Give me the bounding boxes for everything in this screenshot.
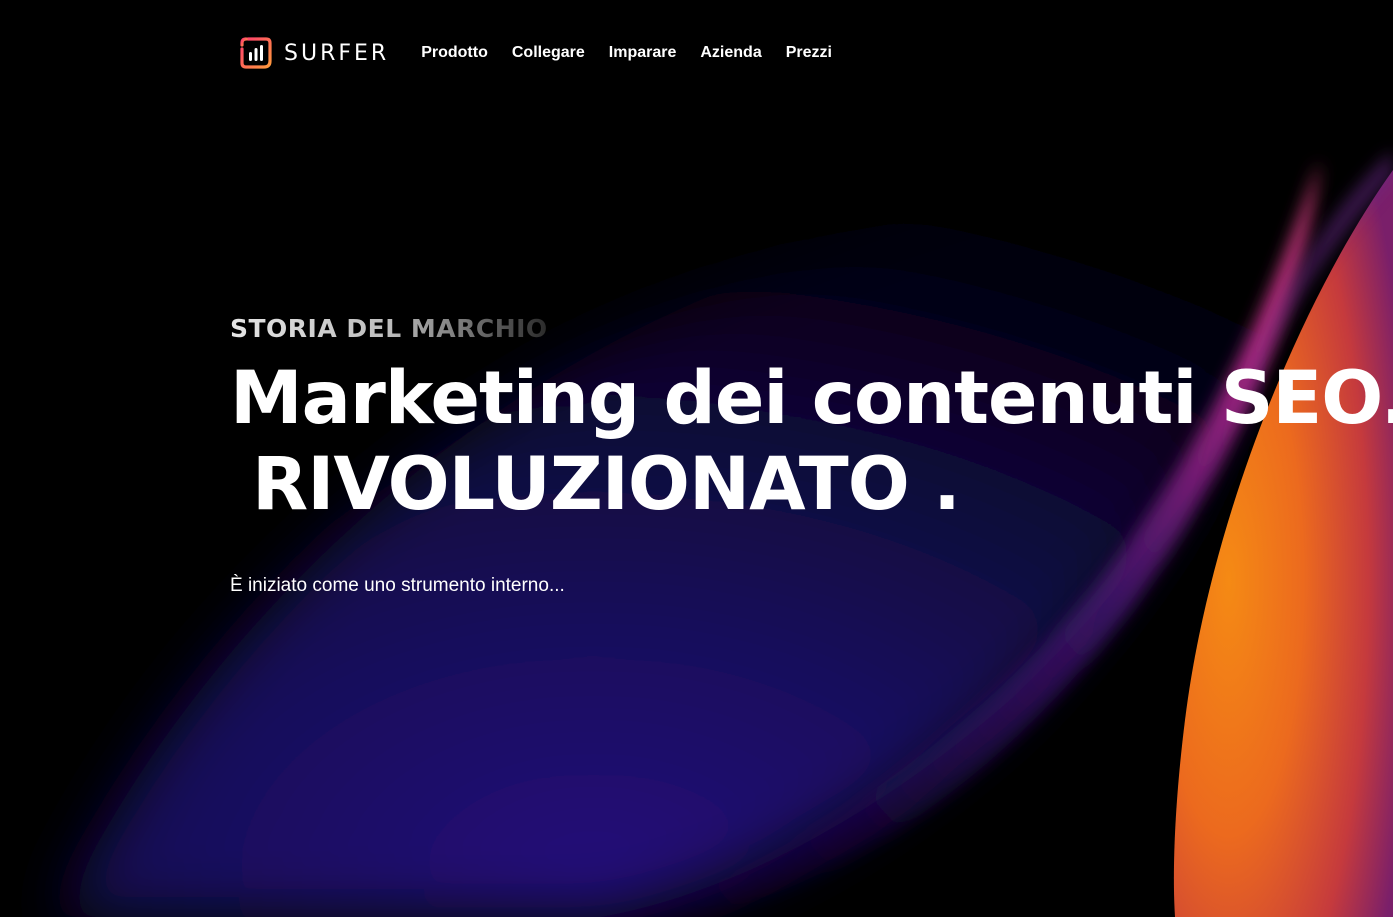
page: SURFER Prodotto Collegare Imparare Azien…	[0, 0, 1393, 917]
hero-eyebrow: STORIA DEL MARCHIO	[230, 314, 548, 343]
logo[interactable]: SURFER	[238, 35, 389, 71]
nav-item-imparare[interactable]: Imparare	[609, 44, 677, 62]
top-nav: SURFER Prodotto Collegare Imparare Azien…	[238, 34, 832, 72]
hero-headline-line1: Marketing dei contenuti SEO.	[230, 356, 1393, 441]
main-nav: Prodotto Collegare Imparare Azienda Prez…	[421, 44, 832, 62]
nav-item-prezzi[interactable]: Prezzi	[786, 44, 832, 62]
surfer-logo-icon	[240, 37, 272, 69]
logo-wordmark: SURFER	[284, 40, 390, 66]
nav-item-azienda[interactable]: Azienda	[700, 44, 761, 62]
hero-subtext: È iniziato come uno strumento interno...	[230, 575, 565, 596]
nav-item-collegare[interactable]: Collegare	[512, 44, 585, 62]
nav-item-prodotto[interactable]: Prodotto	[421, 44, 488, 62]
hero-headline-line2: RIVOLUZIONATO .	[252, 442, 961, 527]
hero-headline: Marketing dei contenuti SEO. RIVOLUZIONA…	[230, 356, 1393, 528]
